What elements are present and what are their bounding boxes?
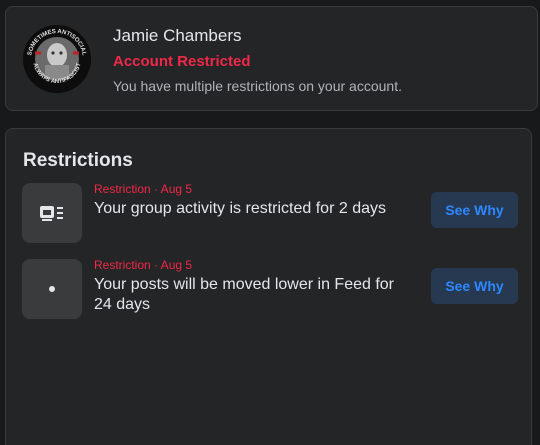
- section-title: Restrictions: [23, 150, 133, 171]
- avatar-image: SOMETIMES ANTISOCIAL ALWAYS ANTIFASCIST: [23, 25, 91, 93]
- see-why-button[interactable]: See Why: [431, 192, 518, 228]
- restriction-item[interactable]: Restriction · Aug 5 Your group activity …: [22, 182, 518, 244]
- feed-dot-icon: [22, 259, 82, 319]
- restrictions-card: Restrictions Restriction · Aug 5 Your gr…: [5, 128, 532, 445]
- restriction-title: Your group activity is restricted for 2 …: [94, 200, 386, 217]
- restriction-title: Your posts will be moved lower in Feed f…: [94, 276, 394, 313]
- account-status: Account Restricted: [113, 53, 251, 70]
- avatar[interactable]: SOMETIMES ANTISOCIAL ALWAYS ANTIFASCIST: [23, 25, 91, 93]
- account-name[interactable]: Jamie Chambers: [113, 26, 242, 46]
- group-activity-icon: [22, 183, 82, 243]
- restriction-meta: Restriction · Aug 5: [94, 182, 193, 196]
- account-description: You have multiple restrictions on your a…: [113, 78, 402, 94]
- restriction-meta: Restriction · Aug 5: [94, 258, 193, 272]
- account-card: SOMETIMES ANTISOCIAL ALWAYS ANTIFASCIST …: [5, 6, 538, 111]
- restriction-item[interactable]: Restriction · Aug 5 Your posts will be m…: [22, 258, 518, 320]
- see-why-button[interactable]: See Why: [431, 268, 518, 304]
